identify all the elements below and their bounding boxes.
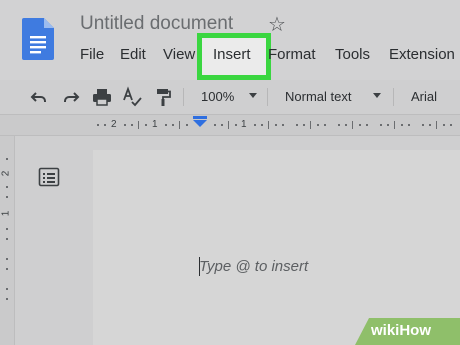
ruler-mark xyxy=(6,298,8,300)
zoom-chevron-down-icon[interactable] xyxy=(249,93,257,98)
ruler-mark xyxy=(254,124,256,126)
ruler-mark xyxy=(429,124,431,126)
font-family[interactable]: Arial xyxy=(411,89,437,104)
ruler-number: 1 xyxy=(0,210,12,217)
ruler-mark xyxy=(104,124,106,126)
ruler-mark xyxy=(352,121,353,129)
ruler-mark xyxy=(387,124,389,126)
style-chevron-down-icon[interactable] xyxy=(373,93,381,98)
toolbar-divider xyxy=(183,88,184,106)
ruler-mark xyxy=(436,121,437,129)
document-title[interactable]: Untitled document xyxy=(80,13,233,35)
vertical-ruler[interactable]: 2 1 xyxy=(0,136,15,345)
paint-format-icon[interactable] xyxy=(152,86,174,108)
ruler-mark xyxy=(221,124,223,126)
ruler-mark xyxy=(303,124,305,126)
menu-extensions[interactable]: Extension xyxy=(389,46,455,63)
menu-view[interactable]: View xyxy=(163,46,195,63)
ruler-mark xyxy=(275,124,277,126)
ruler-mark xyxy=(338,124,340,126)
ruler-mark xyxy=(97,124,99,126)
ruler-number: 2 xyxy=(111,119,117,130)
ruler-mark xyxy=(310,121,311,129)
ruler-number: 2 xyxy=(0,170,12,177)
indent-marker-icon[interactable] xyxy=(193,116,207,128)
menu-tools[interactable]: Tools xyxy=(335,46,370,63)
ruler-mark xyxy=(324,124,326,126)
ruler-mark xyxy=(214,124,216,126)
ruler-mark xyxy=(366,124,368,126)
ruler-mark xyxy=(179,121,180,129)
ruler-mark xyxy=(345,124,347,126)
ruler-mark xyxy=(228,121,229,129)
ruler-number: 1 xyxy=(152,119,158,130)
redo-icon[interactable] xyxy=(60,86,82,108)
wikihow-watermark: wikiHow xyxy=(355,318,460,345)
ruler-mark xyxy=(6,196,8,198)
spellcheck-icon[interactable] xyxy=(121,86,143,108)
ruler-mark xyxy=(165,124,167,126)
ruler-mark xyxy=(235,124,237,126)
ruler-mark xyxy=(6,288,8,290)
ruler-mark xyxy=(6,228,8,230)
ruler-mark xyxy=(380,124,382,126)
paragraph-style[interactable]: Normal text xyxy=(285,89,351,104)
ruler-mark xyxy=(6,158,8,160)
ruler-mark xyxy=(6,238,8,240)
ruler-mark xyxy=(261,124,263,126)
menu-file[interactable]: File xyxy=(80,46,104,63)
menu-insert[interactable]: Insert xyxy=(213,46,251,63)
ruler-mark xyxy=(317,124,319,126)
ruler-mark xyxy=(268,121,269,129)
watermark-text: wikiHow xyxy=(371,322,432,339)
document-page[interactable] xyxy=(93,150,460,345)
ruler-number: 1 xyxy=(241,119,247,130)
toolbar-divider xyxy=(267,88,268,106)
undo-icon[interactable] xyxy=(28,86,50,108)
menu-edit[interactable]: Edit xyxy=(120,46,146,63)
toolbar-divider xyxy=(393,88,394,106)
ruler-mark xyxy=(296,124,298,126)
ruler-mark xyxy=(6,258,8,260)
menu-format[interactable]: Format xyxy=(268,46,316,63)
ruler-mark xyxy=(138,121,139,129)
ruler-mark xyxy=(443,124,445,126)
ruler-mark xyxy=(422,124,424,126)
ruler-mark xyxy=(145,124,147,126)
ruler-mark xyxy=(359,124,361,126)
ruler-mark xyxy=(186,124,188,126)
ruler-mark xyxy=(6,268,8,270)
ruler-mark xyxy=(172,124,174,126)
ruler-mark xyxy=(394,121,395,129)
ruler-mark xyxy=(401,124,403,126)
document-outline-icon[interactable] xyxy=(38,167,60,187)
ruler-mark xyxy=(282,124,284,126)
print-icon[interactable] xyxy=(91,86,113,108)
ruler-mark xyxy=(408,124,410,126)
ruler-mark xyxy=(131,124,133,126)
document-placeholder[interactable]: Type @ to insert xyxy=(199,258,308,275)
ruler-mark xyxy=(450,124,452,126)
ruler-mark xyxy=(6,186,8,188)
zoom-value[interactable]: 100% xyxy=(201,89,234,104)
toolbar: 100% Normal text Arial xyxy=(0,80,460,113)
google-docs-icon[interactable] xyxy=(22,18,54,60)
horizontal-ruler[interactable]: 2 1 1 xyxy=(0,114,460,136)
ruler-mark xyxy=(124,124,126,126)
